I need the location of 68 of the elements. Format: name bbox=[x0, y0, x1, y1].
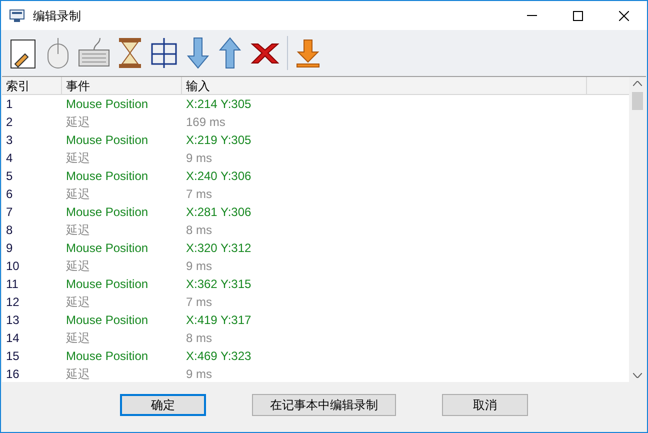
table-cell-text: 延迟 bbox=[65, 330, 91, 347]
table-cell-text: 1 bbox=[5, 96, 14, 113]
minimize-icon bbox=[527, 15, 537, 16]
table-cell-text: 9 bbox=[5, 240, 14, 257]
table-cell-text: 延迟 bbox=[65, 222, 91, 239]
close-icon bbox=[619, 10, 629, 20]
table-cell-text: 9 ms bbox=[185, 258, 214, 275]
table-cell-text: 4 bbox=[5, 150, 14, 167]
table-cell-text: X:469 Y:323 bbox=[185, 348, 252, 365]
table-cell-text: 延迟 bbox=[65, 366, 91, 383]
table-cell-text: 延迟 bbox=[65, 150, 91, 167]
scroll-up-icon[interactable] bbox=[633, 81, 642, 86]
table-cell-text: X:362 Y:315 bbox=[185, 276, 252, 293]
table-cell-text: 8 ms bbox=[185, 330, 214, 347]
table-cell-text: 7 ms bbox=[185, 186, 214, 203]
table-cell-text: X:219 Y:305 bbox=[185, 132, 252, 149]
table-cell-text: 8 ms bbox=[185, 222, 214, 239]
table-cell-text: Mouse Position bbox=[65, 276, 150, 293]
table-cell-text: 7 bbox=[5, 204, 14, 221]
mouse-icon[interactable] bbox=[45, 36, 71, 70]
table-cell-text: Mouse Position bbox=[65, 168, 150, 185]
hourglass-icon[interactable] bbox=[117, 36, 143, 70]
table-cell-text: 3 bbox=[5, 132, 14, 149]
table-cell-text: 延迟 bbox=[65, 294, 91, 311]
table-cell-text: 延迟 bbox=[65, 186, 91, 203]
table-cell-text: X:320 Y:312 bbox=[185, 240, 252, 257]
arrow-down-icon[interactable] bbox=[185, 36, 211, 70]
scrollbar[interactable] bbox=[629, 77, 646, 382]
column-header[interactable]: 索引 bbox=[2, 77, 62, 94]
app-icon bbox=[9, 8, 25, 22]
table-cell-text: Mouse Position bbox=[65, 204, 150, 221]
dialog-button[interactable]: 确定 bbox=[120, 394, 206, 416]
window-title: 编辑录制 bbox=[33, 8, 81, 24]
table-cell-text: 2 bbox=[5, 114, 14, 131]
table-cell-text: 16 bbox=[5, 366, 20, 383]
selection-icon[interactable] bbox=[149, 36, 179, 70]
table-cell-text: 12 bbox=[5, 294, 20, 311]
table-cell-text: 7 ms bbox=[185, 294, 214, 311]
column-header[interactable]: 事件 bbox=[62, 77, 182, 94]
column-header[interactable]: 输入 bbox=[182, 77, 587, 94]
scroll-down-icon[interactable] bbox=[633, 373, 642, 378]
table-cell-text: X:240 Y:306 bbox=[185, 168, 252, 185]
table-cell-text: 11 bbox=[5, 276, 20, 293]
table-cell-text: 6 bbox=[5, 186, 14, 203]
table-cell-text: X:281 Y:306 bbox=[185, 204, 252, 221]
dialog-button[interactable]: 在记事本中编辑录制 bbox=[252, 394, 396, 416]
table-cell-text: 9 ms bbox=[185, 366, 214, 383]
table-cell-text: Mouse Position bbox=[65, 240, 150, 257]
table-cell-text: 延迟 bbox=[65, 258, 91, 275]
maximize-icon bbox=[573, 10, 583, 20]
arrow-up-icon[interactable] bbox=[217, 36, 243, 70]
table-cell-text: Mouse Position bbox=[65, 132, 150, 149]
table-cell-text: Mouse Position bbox=[65, 312, 150, 329]
table-cell-text: 14 bbox=[5, 330, 20, 347]
table-cell-text: 8 bbox=[5, 222, 14, 239]
table-cell-text: X:419 Y:317 bbox=[185, 312, 252, 329]
table-cell-text: 15 bbox=[5, 348, 20, 365]
table-cell-text: Mouse Position bbox=[65, 348, 150, 365]
table-cell-text: 5 bbox=[5, 168, 14, 185]
table-cell-text: 10 bbox=[5, 258, 20, 275]
table-cell-text: 13 bbox=[5, 312, 20, 329]
dialog-button[interactable]: 取消 bbox=[442, 394, 528, 416]
table-cell-text: Mouse Position bbox=[65, 96, 150, 113]
table-cell-text: 169 ms bbox=[185, 114, 226, 131]
table-cell-text: 9 ms bbox=[185, 150, 214, 167]
table-cell-text: 延迟 bbox=[65, 114, 91, 131]
table-cell-text: X:214 Y:305 bbox=[185, 96, 252, 113]
scroll-thumb[interactable] bbox=[632, 92, 643, 110]
